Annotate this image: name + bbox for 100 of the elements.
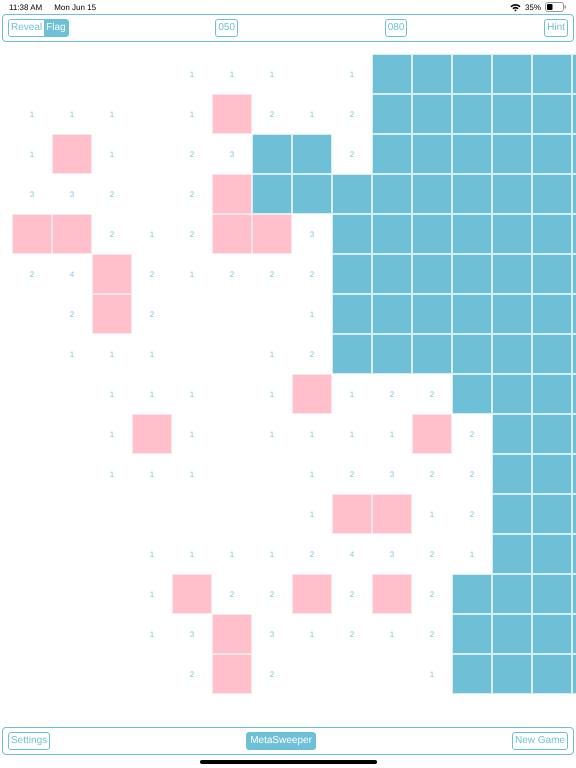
- number-cell[interactable]: 1: [172, 54, 212, 94]
- hidden-tile[interactable]: [412, 294, 452, 334]
- number-cell[interactable]: 1: [292, 294, 332, 334]
- hidden-tile[interactable]: [332, 174, 372, 214]
- number-cell[interactable]: 2: [172, 654, 212, 694]
- number-cell[interactable]: 2: [412, 374, 452, 414]
- number-cell[interactable]: 2: [172, 134, 212, 174]
- hidden-tile[interactable]: [492, 454, 532, 494]
- number-cell[interactable]: 1: [172, 254, 212, 294]
- number-cell[interactable]: 1: [132, 614, 172, 654]
- hidden-tile[interactable]: [532, 614, 572, 654]
- hidden-tile[interactable]: [532, 534, 572, 574]
- number-cell[interactable]: 2: [332, 94, 372, 134]
- number-cell[interactable]: 2: [412, 614, 452, 654]
- hidden-tile[interactable]: [532, 494, 572, 534]
- number-cell[interactable]: 2: [452, 494, 492, 534]
- hidden-tile[interactable]: [372, 334, 412, 374]
- number-cell[interactable]: 1: [372, 414, 412, 454]
- hidden-tile[interactable]: [452, 94, 492, 134]
- hidden-tile[interactable]: [492, 214, 532, 254]
- hidden-tile[interactable]: [532, 54, 572, 94]
- hidden-tile[interactable]: [452, 294, 492, 334]
- number-cell[interactable]: 2: [212, 254, 252, 294]
- hidden-tile[interactable]: [492, 414, 532, 454]
- hidden-tile[interactable]: [492, 654, 532, 694]
- number-cell[interactable]: 2: [332, 614, 372, 654]
- number-cell[interactable]: 1: [172, 414, 212, 454]
- hidden-tile[interactable]: [532, 574, 572, 614]
- number-cell[interactable]: 1: [332, 414, 372, 454]
- hidden-tile[interactable]: [372, 174, 412, 214]
- hidden-tile[interactable]: [452, 174, 492, 214]
- hidden-tile[interactable]: [452, 574, 492, 614]
- number-cell[interactable]: 2: [452, 454, 492, 494]
- hint-button[interactable]: Hint: [544, 19, 568, 37]
- flagged-tile[interactable]: [372, 494, 412, 534]
- number-cell[interactable]: 2: [332, 574, 372, 614]
- hidden-tile[interactable]: [532, 374, 572, 414]
- number-cell[interactable]: 2: [252, 254, 292, 294]
- number-cell[interactable]: 2: [412, 574, 452, 614]
- number-cell[interactable]: 3: [212, 134, 252, 174]
- hidden-tile[interactable]: [252, 174, 292, 214]
- number-cell[interactable]: 2: [12, 254, 52, 294]
- number-cell[interactable]: 2: [132, 294, 172, 334]
- hidden-tile[interactable]: [452, 134, 492, 174]
- number-cell[interactable]: 1: [452, 534, 492, 574]
- hidden-tile[interactable]: [292, 174, 332, 214]
- number-cell[interactable]: 2: [292, 254, 332, 294]
- hidden-tile[interactable]: [532, 174, 572, 214]
- number-cell[interactable]: 1: [292, 494, 332, 534]
- hidden-tile[interactable]: [372, 94, 412, 134]
- number-cell[interactable]: 3: [52, 174, 92, 214]
- hidden-tile[interactable]: [452, 254, 492, 294]
- hidden-tile[interactable]: [452, 374, 492, 414]
- hidden-tile[interactable]: [372, 54, 412, 94]
- hidden-tile[interactable]: [532, 214, 572, 254]
- number-cell[interactable]: 2: [412, 534, 452, 574]
- hidden-tile[interactable]: [492, 134, 532, 174]
- number-cell[interactable]: 1: [252, 334, 292, 374]
- hidden-tile[interactable]: [452, 214, 492, 254]
- number-cell[interactable]: 1: [292, 94, 332, 134]
- hidden-tile[interactable]: [532, 134, 572, 174]
- number-cell[interactable]: 2: [92, 174, 132, 214]
- number-cell[interactable]: 2: [252, 574, 292, 614]
- hidden-tile[interactable]: [412, 134, 452, 174]
- number-cell[interactable]: 2: [372, 374, 412, 414]
- number-cell[interactable]: 2: [452, 414, 492, 454]
- number-cell[interactable]: 1: [172, 94, 212, 134]
- hidden-tile[interactable]: [412, 94, 452, 134]
- number-cell[interactable]: 1: [252, 414, 292, 454]
- hidden-tile[interactable]: [332, 214, 372, 254]
- hidden-tile[interactable]: [532, 454, 572, 494]
- hidden-tile[interactable]: [412, 334, 452, 374]
- hidden-tile[interactable]: [492, 294, 532, 334]
- number-cell[interactable]: 4: [332, 534, 372, 574]
- flagged-tile[interactable]: [132, 414, 172, 454]
- flagged-tile[interactable]: [332, 494, 372, 534]
- number-cell[interactable]: 1: [212, 54, 252, 94]
- mode-tab[interactable]: Flag: [44, 20, 68, 36]
- hidden-tile[interactable]: [492, 614, 532, 654]
- hidden-tile[interactable]: [532, 94, 572, 134]
- flagged-tile[interactable]: [52, 214, 92, 254]
- number-cell[interactable]: 1: [252, 534, 292, 574]
- flagged-tile[interactable]: [172, 574, 212, 614]
- hidden-tile[interactable]: [492, 54, 532, 94]
- number-cell[interactable]: 1: [92, 374, 132, 414]
- number-cell[interactable]: 1: [132, 454, 172, 494]
- hidden-tile[interactable]: [452, 334, 492, 374]
- hidden-tile[interactable]: [492, 174, 532, 214]
- number-cell[interactable]: 1: [212, 534, 252, 574]
- number-cell[interactable]: 2: [212, 574, 252, 614]
- number-cell[interactable]: 1: [172, 454, 212, 494]
- number-cell[interactable]: 1: [292, 414, 332, 454]
- hidden-tile[interactable]: [332, 334, 372, 374]
- flagged-tile[interactable]: [412, 414, 452, 454]
- number-cell[interactable]: 1: [132, 574, 172, 614]
- hidden-tile[interactable]: [492, 374, 532, 414]
- number-cell[interactable]: 1: [92, 334, 132, 374]
- number-cell[interactable]: 1: [92, 454, 132, 494]
- hidden-tile[interactable]: [492, 94, 532, 134]
- hidden-tile[interactable]: [412, 254, 452, 294]
